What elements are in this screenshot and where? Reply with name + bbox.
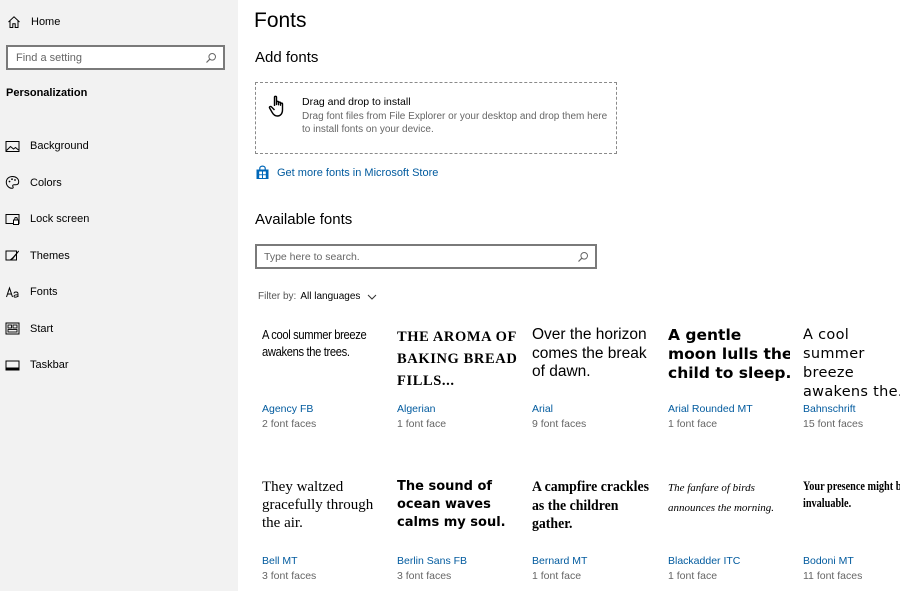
lock-screen-icon <box>5 212 20 227</box>
font-search-input[interactable] <box>264 250 577 263</box>
font-face-count: 9 font faces <box>532 418 587 430</box>
font-name: Bell MT <box>262 555 298 567</box>
font-card-bernard-mt[interactable]: A campfire crackles as the children gath… <box>524 472 654 591</box>
sidebar-item-fonts[interactable]: Fonts <box>0 274 238 311</box>
home-icon <box>7 15 21 29</box>
font-sample: A cool summer breeze awakens the trees. <box>262 327 367 359</box>
font-sample: Your presence might be invaluable. <box>803 479 900 510</box>
font-face-count: 1 font face <box>668 570 718 582</box>
fonts-icon <box>5 285 20 300</box>
font-search[interactable] <box>255 244 597 269</box>
font-card-bodoni-mt[interactable]: Your presence might be invaluable. Bodon… <box>795 472 900 591</box>
font-name: Bahnschrift <box>803 403 856 415</box>
language-filter: Filter by: All languages <box>258 291 377 302</box>
font-card-berlin-sans-fb[interactable]: The sound of ocean waves calms my soul. … <box>389 472 519 591</box>
chevron-down-icon[interactable] <box>367 292 377 302</box>
font-card-bell-mt[interactable]: They waltzed gracefully through the air.… <box>254 472 384 591</box>
font-name: Bernard MT <box>532 555 588 567</box>
taskbar-icon <box>5 358 20 373</box>
sidebar-item-label: Themes <box>30 249 70 262</box>
font-name: Agency FB <box>262 403 314 415</box>
dropzone-description: Drag font files from File Explorer or yo… <box>302 111 608 135</box>
filter-dropdown[interactable]: All languages <box>300 291 360 302</box>
font-face-count: 3 font faces <box>262 570 317 582</box>
store-icon <box>255 165 270 180</box>
font-card-arial[interactable]: Over the horizon comes the break of dawn… <box>524 320 654 450</box>
settings-search-input[interactable] <box>16 51 205 64</box>
sidebar-item-label: Colors <box>30 176 62 189</box>
sidebar-item-label: Lock screen <box>30 213 90 226</box>
sidebar-item-lock-screen[interactable]: Lock screen <box>0 201 238 238</box>
filter-label: Filter by: <box>258 291 297 302</box>
start-icon <box>5 321 20 336</box>
sidebar-nav: Background Colors Lock screen Themes Fon… <box>0 128 238 384</box>
available-fonts-heading: Available fonts <box>255 211 353 228</box>
settings-search[interactable] <box>6 45 225 70</box>
font-sample: THE AROMA OF BAKING BREAD FILLS... <box>397 329 518 389</box>
image-icon <box>5 139 20 154</box>
font-name: Arial Rounded MT <box>668 403 753 415</box>
font-sample: They waltzed gracefully through the air. <box>262 479 374 531</box>
font-name: Bodoni MT <box>803 555 854 567</box>
font-card-blackadder-itc[interactable]: The fanfare of birds announces the morni… <box>660 472 790 591</box>
font-card-bahnschrift[interactable]: A cool summer breeze awakens the... Bahn… <box>795 320 900 450</box>
add-fonts-heading: Add fonts <box>255 49 319 66</box>
font-face-count: 1 font face <box>532 570 582 582</box>
home-label: Home <box>31 16 61 28</box>
font-sample: The sound of ocean waves calms my soul. <box>397 479 506 530</box>
sidebar-item-label: Taskbar <box>30 359 69 372</box>
font-card-algerian[interactable]: THE AROMA OF BAKING BREAD FILLS... Alger… <box>389 320 519 450</box>
font-sample: A campfire crackles as the children gath… <box>532 479 650 532</box>
font-sample: A gentle moon lulls the child to sleep. <box>668 326 790 382</box>
font-card-arial-rounded-mt[interactable]: A gentle moon lulls the child to sleep. … <box>660 320 790 450</box>
page-title: Fonts <box>254 9 307 32</box>
font-card-agency-fb[interactable]: A cool summer breeze awakens the trees. … <box>254 320 384 450</box>
home-link[interactable]: Home <box>7 13 60 31</box>
search-icon[interactable] <box>205 52 217 64</box>
hand-pointer-icon <box>266 93 292 119</box>
font-name: Blackadder ITC <box>668 555 741 567</box>
font-face-count: 15 font faces <box>803 418 864 430</box>
section-title: Personalization <box>6 87 88 99</box>
palette-icon <box>5 175 20 190</box>
sidebar-item-label: Background <box>30 140 89 153</box>
microsoft-store-link[interactable]: Get more fonts in Microsoft Store <box>255 165 438 180</box>
font-face-count: 2 font faces <box>262 418 317 430</box>
sidebar-item-label: Fonts <box>30 286 58 299</box>
main-content: Fonts Add fonts Drag and drop to install… <box>238 0 900 591</box>
themes-icon <box>5 248 20 263</box>
search-icon[interactable] <box>577 251 589 263</box>
font-face-count: 1 font face <box>668 418 718 430</box>
store-link-label: Get more fonts in Microsoft Store <box>277 166 439 179</box>
sidebar-item-colors[interactable]: Colors <box>0 165 238 202</box>
sidebar-item-taskbar[interactable]: Taskbar <box>0 347 238 384</box>
font-name: Berlin Sans FB <box>397 555 468 567</box>
font-face-count: 1 font face <box>397 418 447 430</box>
font-dropzone[interactable]: Drag and drop to install Drag font files… <box>255 82 617 154</box>
font-sample: A cool summer breeze awakens the... <box>803 327 900 400</box>
sidebar-item-themes[interactable]: Themes <box>0 238 238 275</box>
font-face-count: 11 font faces <box>803 570 863 582</box>
sidebar-item-start[interactable]: Start <box>0 311 238 348</box>
font-name: Algerian <box>397 403 436 415</box>
sidebar-item-background[interactable]: Background <box>0 128 238 165</box>
font-sample: Over the horizon comes the break of dawn… <box>532 326 647 380</box>
font-face-count: 3 font faces <box>397 570 452 582</box>
font-name: Arial <box>532 403 554 415</box>
font-sample: The fanfare of birds announces the morni… <box>668 482 775 514</box>
sidebar: Home Personalization Background Colors L… <box>0 0 238 591</box>
sidebar-item-label: Start <box>30 322 54 335</box>
dropzone-title: Drag and drop to install <box>302 96 411 108</box>
